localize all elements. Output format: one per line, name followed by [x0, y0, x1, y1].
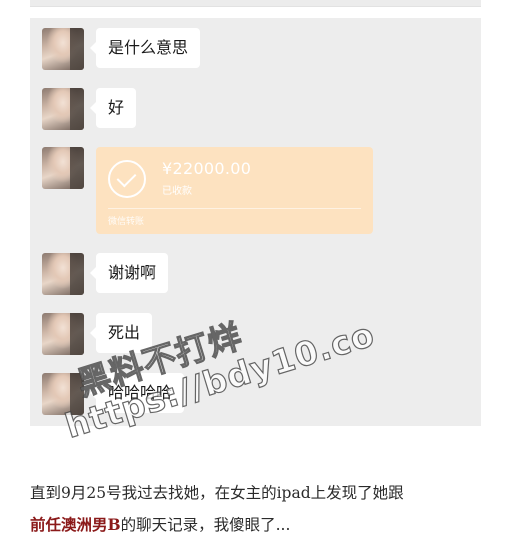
article-paragraph: 直到9月25号我过去找她，在女主的ipad上发现了她跟 前任澳洲男B的聊天记录，… — [30, 478, 490, 541]
avatar[interactable] — [42, 147, 84, 189]
article-line: 前任澳洲男B的聊天记录，我傻眼了... — [30, 509, 490, 541]
chat-screenshot: 是什么意思 好 ¥22000.00 已收款 微信转账 谢谢啊 死出 哈哈哈哈 — [30, 18, 481, 426]
message-bubble[interactable]: 是什么意思 — [89, 28, 201, 68]
message-bubble[interactable]: 死出 — [89, 313, 153, 353]
avatar[interactable] — [42, 28, 84, 70]
avatar[interactable] — [42, 373, 84, 415]
transfer-status: 已收款 — [162, 186, 192, 197]
avatar[interactable] — [42, 313, 84, 355]
article-line: 直到9月25号我过去找她，在女主的ipad上发现了她跟 — [30, 484, 404, 502]
avatar[interactable] — [42, 253, 84, 295]
transfer-amount: ¥22000.00 — [162, 159, 252, 178]
transfer-divider — [108, 208, 361, 209]
message-bubble[interactable]: 好 — [89, 88, 137, 128]
check-circle-icon — [108, 160, 146, 198]
avatar[interactable] — [42, 88, 84, 130]
article-highlight: 前任澳洲男B — [30, 515, 121, 534]
message-bubble[interactable]: 哈哈哈哈 — [89, 373, 185, 413]
message-bubble[interactable]: 谢谢啊 — [89, 253, 169, 293]
top-divider-strip — [30, 0, 481, 7]
transfer-footer-label: 微信转账 — [108, 217, 145, 227]
article-text: 的聊天记录，我傻眼了... — [120, 516, 291, 534]
transfer-card[interactable]: ¥22000.00 已收款 微信转账 — [96, 147, 373, 234]
